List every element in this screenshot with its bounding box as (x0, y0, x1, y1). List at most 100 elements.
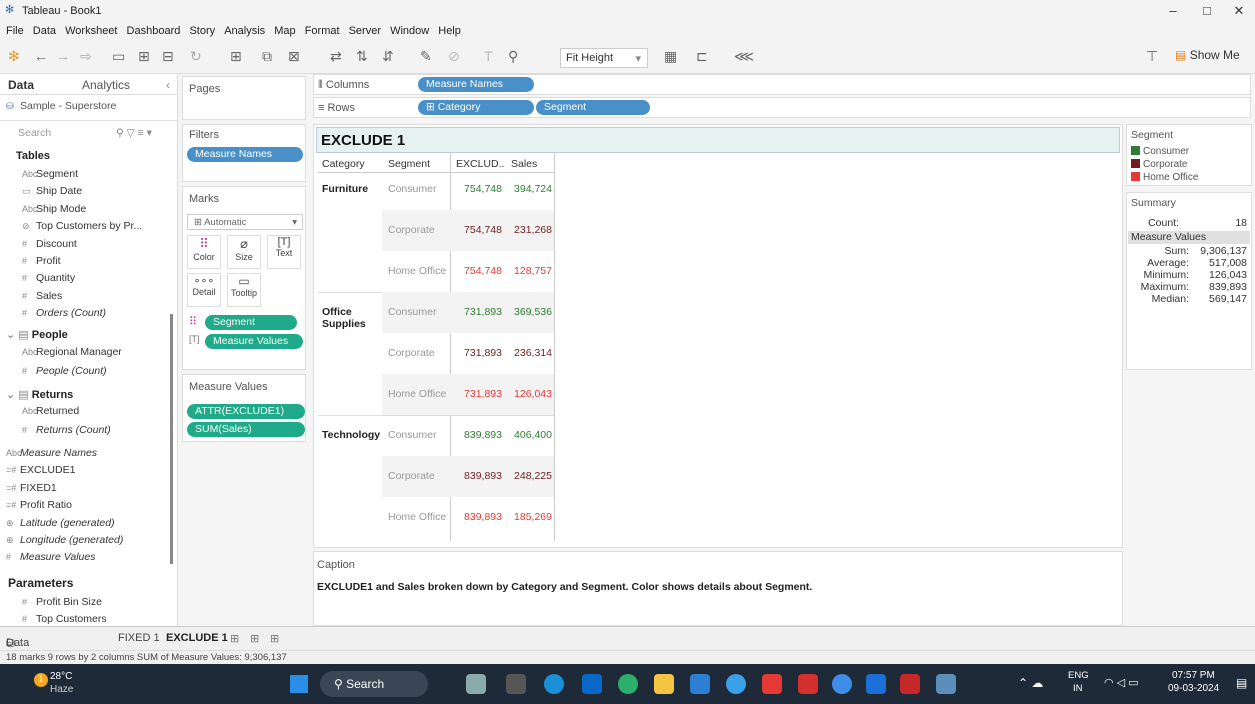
sort-asc-icon[interactable]: ⇅ (356, 48, 368, 65)
menu-worksheet[interactable]: Worksheet (65, 22, 117, 40)
language-indicator[interactable]: ENG (1068, 670, 1089, 681)
menu-map[interactable]: Map (274, 22, 295, 40)
menu-window[interactable]: Window (390, 22, 429, 40)
forward-arrow-icon[interactable]: → (56, 48, 70, 64)
segment-label[interactable]: Home Office (388, 511, 446, 523)
collapse-pane-icon[interactable]: ‹ (166, 78, 170, 92)
widget-icon[interactable] (466, 674, 486, 694)
people-field-0[interactable]: AbcRegional Manager (22, 346, 122, 358)
parameter-0[interactable]: # Profit Bin Size (22, 596, 102, 608)
menu-analysis[interactable]: Analysis (224, 22, 265, 40)
orders-field-8[interactable]: # Orders (Count) (22, 307, 106, 319)
segment-label[interactable]: Home Office (388, 388, 446, 400)
tooltip-button[interactable]: ▭ Tooltip (227, 273, 261, 307)
parameter-1[interactable]: # Top Customers (22, 613, 107, 625)
pin-icon[interactable]: ⚲ (508, 48, 518, 65)
tooltip-icon[interactable]: ⊤ (1146, 48, 1158, 65)
sales-value[interactable]: 369,536 (502, 306, 552, 318)
show-me-button[interactable]: ▤ Show Me (1175, 48, 1240, 62)
detail-button[interactable]: ∘∘∘ Detail (187, 273, 221, 307)
header-sales[interactable]: Sales (511, 158, 537, 170)
orders-field-1[interactable]: ▭ Ship Date (22, 185, 82, 197)
maximize-button[interactable]: □ (1192, 3, 1222, 18)
exclude-value[interactable]: 754,748 (450, 183, 502, 195)
returns-field-0[interactable]: AbcReturned (22, 405, 79, 417)
chrome-icon[interactable] (726, 674, 746, 694)
tableau-taskbar-icon[interactable] (936, 674, 956, 694)
menu-help[interactable]: Help (438, 22, 461, 40)
size-button[interactable]: ⌀ Size (227, 235, 261, 269)
gmail-icon[interactable] (798, 674, 818, 694)
filter-pill-measure-names[interactable]: Measure Names (187, 147, 303, 162)
orders-field-6[interactable]: # Quantity (22, 272, 75, 284)
new-datasource-icon[interactable]: ⊞ (138, 48, 150, 65)
clear-sheet-icon[interactable]: ⊠ (288, 48, 300, 65)
category-header[interactable]: Furniture (322, 183, 382, 195)
segment-label[interactable]: Corporate (388, 347, 435, 359)
measure-field-1[interactable]: =# EXCLUDE1 (6, 464, 75, 476)
measure-field-3[interactable]: =# Profit Ratio (6, 499, 72, 511)
segment-label[interactable]: Home Office (388, 265, 446, 277)
exclude-value[interactable]: 731,893 (450, 306, 502, 318)
color-button[interactable]: ⠿ Color (187, 235, 221, 269)
returns-folder[interactable]: ⌄ ▤ Returns (6, 388, 73, 401)
datasource-name[interactable]: ⛁ Sample - Superstore (6, 100, 116, 112)
orders-field-3[interactable]: ⊘ Top Customers by Pr... (22, 220, 142, 232)
measure-field-5[interactable]: ⊕ Longitude (generated) (6, 534, 123, 546)
new-story-icon[interactable]: ⊞ (270, 632, 279, 645)
mcafee-icon[interactable] (900, 674, 920, 694)
columns-pill-measure-names[interactable]: Measure Names (418, 77, 534, 92)
youtube-icon[interactable] (762, 674, 782, 694)
text-button[interactable]: [T] Text (267, 235, 301, 269)
exclude-value[interactable]: 754,748 (450, 224, 502, 236)
weather-temp[interactable]: 28°C (50, 671, 72, 682)
measure-field-6[interactable]: # Measure Values (6, 551, 95, 563)
menu-data[interactable]: Data (33, 22, 56, 40)
sheet-tab-fixed1[interactable]: FIXED 1 (118, 632, 160, 644)
legend-item[interactable]: Corporate (1131, 159, 1198, 172)
presentation-icon[interactable]: ⊏ (696, 48, 708, 65)
rows-pill-segment[interactable]: Segment (536, 100, 650, 115)
columns-shelf[interactable]: ⦀ Columns Measure Names (313, 74, 1251, 95)
segment-label[interactable]: Corporate (388, 224, 435, 236)
sales-value[interactable]: 406,400 (502, 429, 552, 441)
duplicate-icon[interactable]: ⧉ (262, 48, 272, 65)
search-icon[interactable]: ⚲ ▽ ≡ ▾ (116, 127, 152, 139)
rows-pill-category[interactable]: ⊞ Category (418, 100, 534, 115)
swap-icon[interactable]: ⇄ (330, 48, 342, 65)
share-icon[interactable]: ⋘ (734, 48, 754, 65)
label-icon[interactable]: T (484, 48, 493, 64)
taskbar-search[interactable]: ⚲ Search (320, 671, 428, 697)
sales-value[interactable]: 231,268 (502, 224, 552, 236)
measure-field-0[interactable]: AbcMeasure Names (6, 447, 97, 459)
edge-icon[interactable] (544, 674, 564, 694)
myntra-app-icon[interactable] (690, 674, 710, 694)
filters-card[interactable]: Filters Measure Names (182, 124, 306, 182)
mv-pill-attr-exclude1[interactable]: ATTR(EXCLUDE1) (187, 404, 305, 419)
segment-label[interactable]: Consumer (388, 306, 436, 318)
wifi-volume-battery-icons[interactable]: ◠ ◁ ▭ (1104, 676, 1139, 689)
measure-field-2[interactable]: =# FIXED1 (6, 482, 57, 494)
sales-value[interactable]: 236,314 (502, 347, 552, 359)
search-input[interactable]: Search (18, 127, 51, 139)
browser-icon[interactable] (832, 674, 852, 694)
segment-legend[interactable]: Segment Consumer Corporate Home Office (1126, 124, 1252, 186)
category-header[interactable]: Technology (322, 429, 382, 441)
segment-label[interactable]: Consumer (388, 183, 436, 195)
exclude-value[interactable]: 731,893 (450, 347, 502, 359)
sales-value[interactable]: 185,269 (502, 511, 552, 523)
orders-field-4[interactable]: # Discount (22, 238, 77, 250)
minimize-button[interactable]: – (1158, 3, 1188, 18)
segment-label[interactable]: Corporate (388, 470, 435, 482)
exclude-value[interactable]: 839,893 (450, 511, 502, 523)
pages-card[interactable]: Pages (182, 76, 306, 120)
sheet-tab-exclude1[interactable]: EXCLUDE 1 (166, 632, 228, 644)
tab-analytics[interactable]: Analytics (82, 78, 130, 92)
menu-file[interactable]: File (6, 22, 24, 40)
people-field-1[interactable]: # People (Count) (22, 365, 107, 377)
windows-start-icon[interactable] (290, 675, 308, 693)
orders-field-0[interactable]: AbcSegment (22, 168, 78, 180)
system-tray-icons[interactable]: ⌃ ☁ (1018, 676, 1043, 690)
sales-value[interactable]: 126,043 (502, 388, 552, 400)
new-worksheet-icon[interactable]: ⊞ (230, 48, 242, 65)
